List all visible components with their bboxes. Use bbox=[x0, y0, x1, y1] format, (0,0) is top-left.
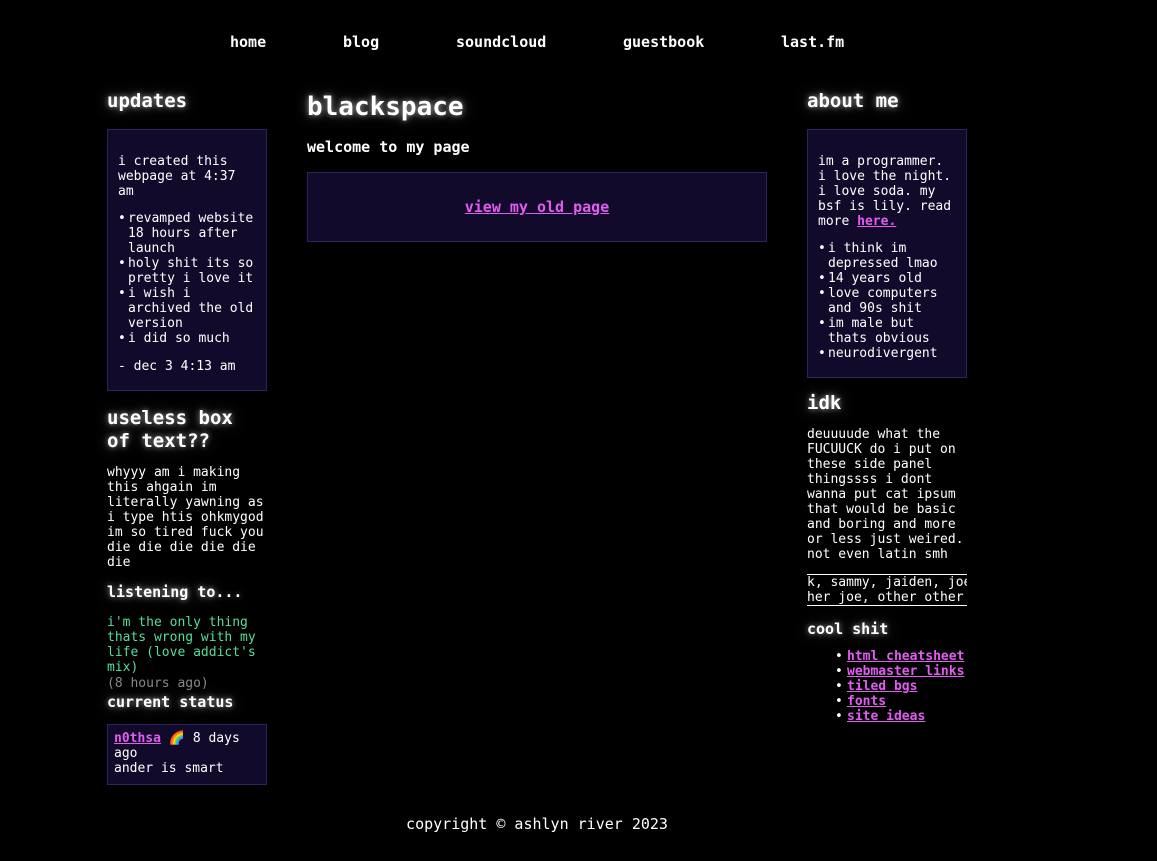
status-line: n0thsa 🌈 8 days ago bbox=[114, 731, 260, 761]
list-item: holy shit its so pretty i love it bbox=[118, 256, 256, 286]
about-box: im a programmer. i love the night. i lov… bbox=[807, 129, 967, 378]
useless-text: whyyy am i making this ahgain im literal… bbox=[107, 465, 264, 570]
updates-intro: i created this webpage at 4:37 am bbox=[118, 154, 236, 199]
idk-text: deuuuude what the FUCUUCK do i put on th… bbox=[807, 427, 964, 562]
fonts-link[interactable]: fonts bbox=[847, 694, 886, 709]
list-item: html cheatsheet bbox=[835, 649, 967, 664]
site-ideas-link[interactable]: site ideas bbox=[847, 709, 925, 724]
list-item: 14 years old bbox=[818, 271, 956, 286]
about-heading: about me bbox=[807, 90, 899, 112]
cool-heading: cool shit bbox=[807, 620, 889, 638]
updates-heading: updates bbox=[107, 90, 188, 112]
cool-links-list: html cheatsheet webmaster links tiled bg… bbox=[807, 649, 967, 724]
names-line: her joe, other other j bbox=[807, 590, 967, 605]
about-intro: im a programmer. i love the night. i lov… bbox=[818, 154, 956, 229]
nav-blog-link[interactable]: blog bbox=[343, 35, 379, 50]
updates-list: revamped website 18 hours after launch h… bbox=[118, 211, 256, 346]
webmaster-links-link[interactable]: webmaster links bbox=[847, 664, 964, 679]
rainbow-icon: 🌈 bbox=[168, 731, 185, 746]
listening-song: i'm the only thing thats wrong with my l… bbox=[107, 615, 256, 675]
status-heading: current status bbox=[107, 693, 234, 711]
list-item: fonts bbox=[835, 694, 967, 709]
old-page-box: view my old page bbox=[307, 172, 767, 242]
tiled-bgs-link[interactable]: tiled bgs bbox=[847, 679, 917, 694]
footer-copyright: copyright © ashlyn river 2023 bbox=[406, 815, 668, 833]
updates-box: i created this webpage at 4:37 am revamp… bbox=[107, 129, 267, 391]
list-item: im male but thats obvious bbox=[818, 316, 956, 346]
right-sidebar: about me im a programmer. i love the nig… bbox=[807, 90, 967, 724]
about-read-more-link[interactable]: here. bbox=[857, 214, 896, 229]
names-marquee: k, sammy, jaiden, joe her joe, other oth… bbox=[807, 574, 967, 606]
page-title: blackspace bbox=[307, 92, 464, 122]
nav-home-link[interactable]: home bbox=[230, 35, 266, 50]
listening-heading: listening to... bbox=[107, 583, 243, 601]
useless-heading: useless box of text?? bbox=[107, 407, 233, 452]
top-nav: home blog soundcloud guestbook last.fm bbox=[0, 35, 1157, 53]
idk-heading: idk bbox=[807, 392, 842, 414]
view-old-page-link[interactable]: view my old page bbox=[465, 199, 610, 215]
list-item: love computers and 90s shit bbox=[818, 286, 956, 316]
nav-lastfm-link[interactable]: last.fm bbox=[781, 35, 844, 50]
list-item: i did so much bbox=[118, 331, 256, 346]
names-line: k, sammy, jaiden, joe bbox=[807, 575, 967, 590]
list-item: i wish i archived the old version bbox=[118, 286, 256, 331]
status-user-link[interactable]: n0thsa bbox=[114, 731, 161, 746]
html-cheatsheet-link[interactable]: html cheatsheet bbox=[847, 649, 964, 664]
page-subtitle: welcome to my page bbox=[307, 138, 470, 156]
list-item: site ideas bbox=[835, 709, 967, 724]
listening-time: (8 hours ago) bbox=[107, 676, 209, 691]
list-item: neurodivergent bbox=[818, 346, 956, 361]
left-sidebar: updates i created this webpage at 4:37 a… bbox=[107, 90, 267, 785]
list-item: revamped website 18 hours after launch bbox=[118, 211, 256, 256]
nav-soundcloud-link[interactable]: soundcloud bbox=[456, 35, 546, 50]
list-item: tiled bgs bbox=[835, 679, 967, 694]
nav-guestbook-link[interactable]: guestbook bbox=[623, 35, 704, 50]
updates-signoff: - dec 3 4:13 am bbox=[118, 359, 236, 374]
status-box: n0thsa 🌈 8 days ago ander is smart bbox=[107, 724, 267, 785]
about-list: i think im depressed lmao 14 years old l… bbox=[818, 241, 956, 361]
list-item: webmaster links bbox=[835, 664, 967, 679]
main-content: blackspace welcome to my page view my ol… bbox=[307, 92, 767, 242]
status-text: ander is smart bbox=[114, 761, 224, 776]
list-item: i think im depressed lmao bbox=[818, 241, 956, 271]
